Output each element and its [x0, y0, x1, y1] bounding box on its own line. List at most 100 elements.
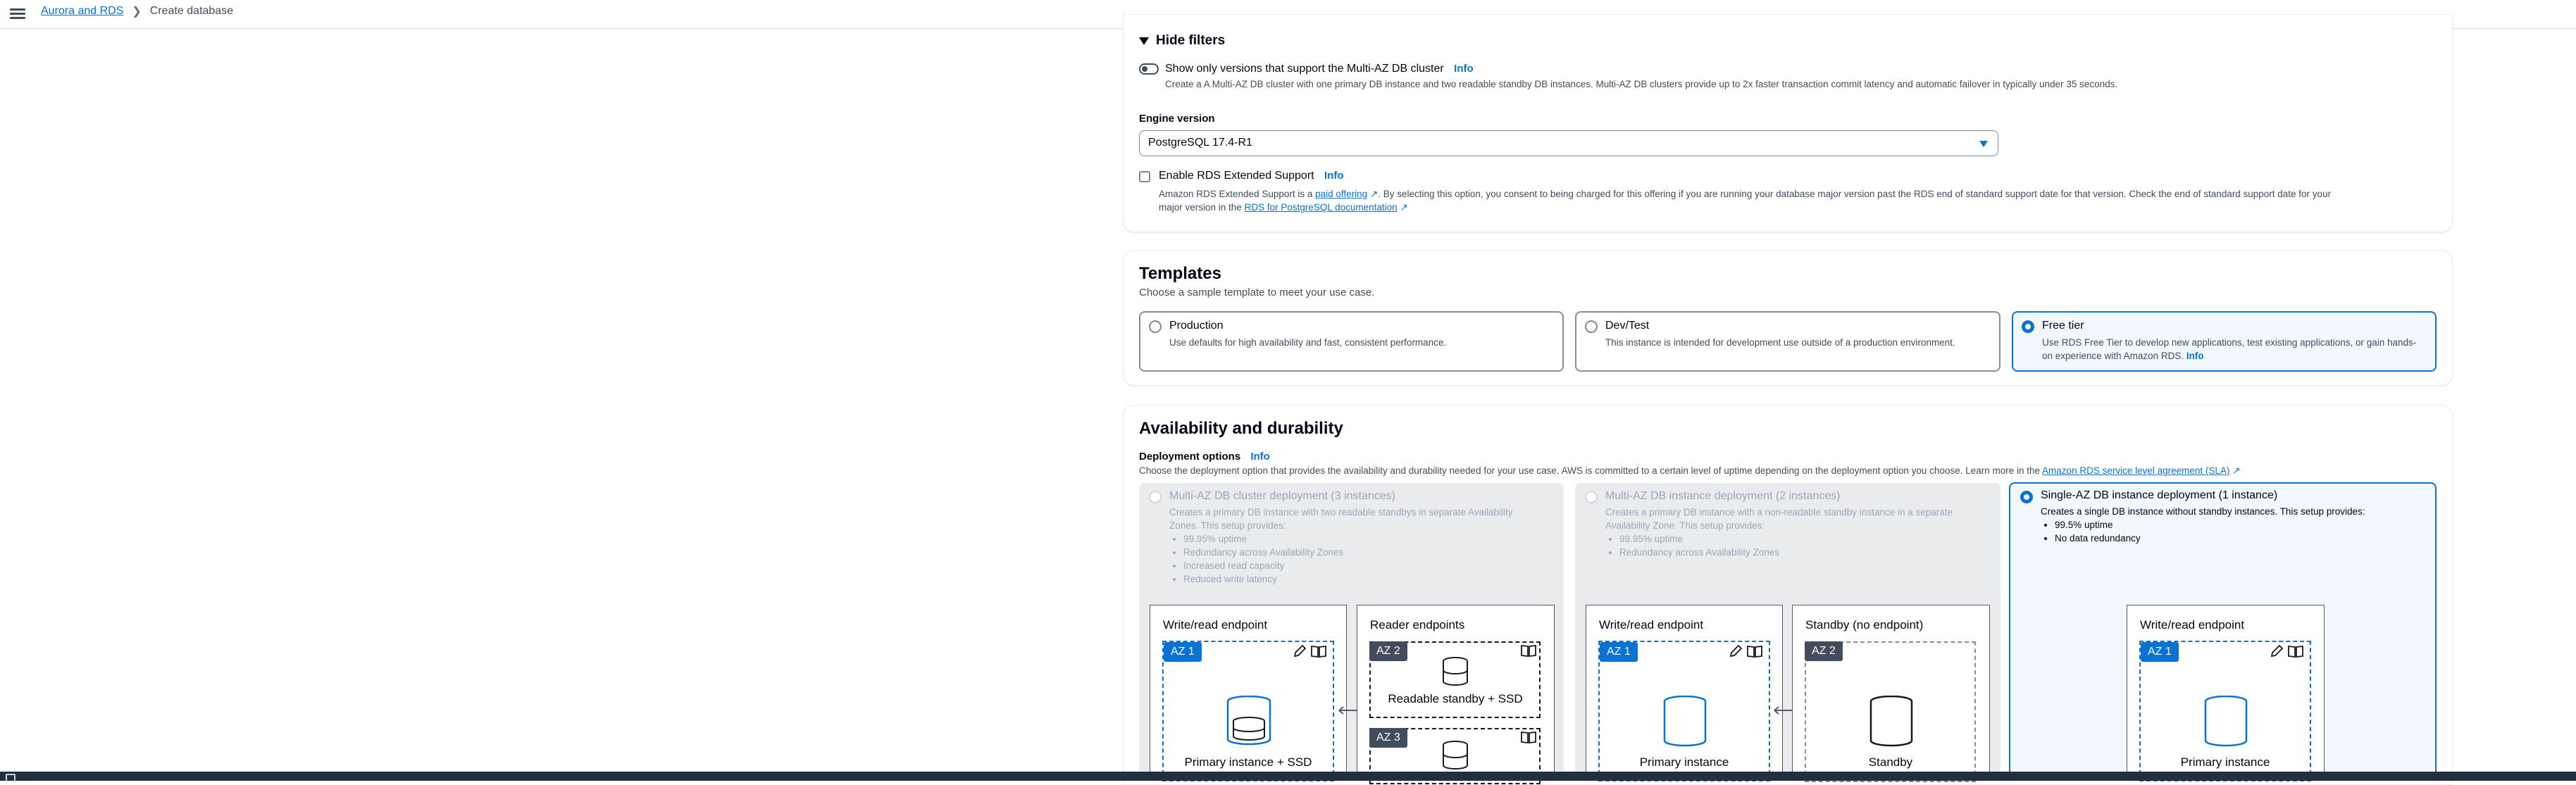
chevron-right-icon: ❯: [132, 6, 142, 18]
external-link-icon: ↗: [2229, 465, 2241, 476]
database-icon: [1443, 741, 1468, 770]
database-icon: [2204, 696, 2248, 747]
readable-standby-label: Readable standby + SSD: [1388, 692, 1523, 705]
multi-az-cluster-desc-2: Zones. This setup provides:: [1169, 520, 1286, 531]
multi-az-toggle-label: Show only versions that support the Mult…: [1165, 63, 1444, 75]
book-icon: [1521, 731, 1536, 744]
multi-az-cluster-desc: Creates a primary DB instance with two r…: [1169, 505, 1557, 586]
extended-desc-text-1: Amazon RDS Extended Support is a: [1159, 189, 1313, 199]
template-devtest-tile[interactable]: Dev/Test This instance is intended for d…: [1575, 311, 2001, 372]
free-tier-info-link[interactable]: Info: [2186, 351, 2204, 361]
deployment-options-label-row: Deployment options Info: [1139, 451, 1270, 463]
multi-az-instance-desc-2: Availability Zone. This setup provides:: [1605, 520, 1765, 531]
database-icon: [1869, 696, 1913, 747]
book-icon: [1747, 645, 1762, 658]
extended-support-info-link[interactable]: Info: [1324, 170, 1344, 182]
bullet: Reduced write latency: [1183, 572, 1557, 586]
rds-sla-link[interactable]: Amazon RDS service level agreement (SLA): [2042, 465, 2229, 476]
engine-version-label: Engine version: [1139, 113, 1215, 125]
bottom-bar: [0, 772, 2576, 781]
multi-az-instance-title: Multi-AZ DB instance deployment (2 insta…: [1605, 490, 1841, 502]
extended-support-label-row: Enable RDS Extended Support Info: [1159, 170, 1344, 182]
edit-pencil-icon: [1293, 644, 1307, 658]
template-production-tile[interactable]: Production Use defaults for high availab…: [1139, 311, 1564, 372]
hide-filters-toggle[interactable]: Hide filters: [1139, 33, 1225, 49]
edit-pencil-icon: [1729, 644, 1743, 658]
standby-label: Standby: [1868, 755, 1913, 769]
breadcrumb-current: Create database: [149, 5, 234, 17]
multi-az-instance-radio: [1585, 491, 1598, 503]
extended-desc-text-2: . By selecting this option, you consent …: [1378, 189, 2332, 199]
multi-az-toggle-label-row: Show only versions that support the Mult…: [1165, 63, 1474, 75]
az1-badge: AZ 1: [2141, 642, 2179, 662]
multi-az-cluster-title: Multi-AZ DB cluster deployment (3 instan…: [1169, 490, 1395, 502]
az2-badge: AZ 2: [1805, 641, 1843, 661]
extended-support-desc: Amazon RDS Extended Support is a paid of…: [1159, 187, 2434, 214]
template-free-tier-radio[interactable]: [2022, 320, 2034, 333]
bullet: 99.95% uptime: [1619, 532, 1993, 546]
template-production-desc: Use defaults for high availability and f…: [1169, 337, 1447, 348]
bullet: Increased read capacity: [1183, 559, 1557, 572]
az1-badge: AZ 1: [1164, 642, 1202, 662]
deployment-desc-text: Choose the deployment option that provid…: [1139, 465, 2041, 476]
bullet: Redundancy across Availability Zones: [1619, 546, 1993, 559]
standby-no-endpoint-title: Standby (no endpoint): [1805, 618, 1924, 632]
bullet: 99.5% uptime: [2055, 518, 2428, 532]
paid-offering-link[interactable]: paid offering: [1315, 189, 1367, 199]
templates-subtitle: Choose a sample template to meet your us…: [1139, 287, 1375, 299]
template-production-radio[interactable]: [1149, 320, 1162, 333]
book-icon: [1311, 645, 1326, 658]
multi-az-cluster-toggle[interactable]: [1139, 63, 1159, 75]
az3-badge: AZ 3: [1369, 728, 1407, 748]
single-az-desc-1: Creates a single DB instance without sta…: [2041, 506, 2365, 517]
multi-az-info-link[interactable]: Info: [1454, 63, 1474, 75]
template-free-tier-desc: Use RDS Free Tier to develop new applica…: [2042, 336, 2422, 363]
template-free-tier-title: Free tier: [2042, 320, 2084, 332]
breadcrumb: Aurora and RDS ❯ Create database: [41, 4, 233, 18]
breadcrumb-aurora-and-rds-link[interactable]: Aurora and RDS: [41, 5, 123, 18]
extended-support-checkbox[interactable]: [1139, 171, 1150, 182]
hide-filters-label: Hide filters: [1156, 33, 1226, 48]
engine-version-value: PostgreSQL 17.4-R1: [1148, 137, 1252, 149]
database-icon: [1443, 657, 1468, 686]
deployment-options-label: Deployment options: [1139, 451, 1241, 463]
deployment-options-info-link[interactable]: Info: [1250, 451, 1270, 463]
primary-instance-label: Primary instance: [2180, 755, 2270, 769]
single-az-desc: Creates a single DB instance without sta…: [2041, 505, 2428, 545]
cloudshell-icon[interactable]: [6, 774, 15, 781]
single-az-title: Single-AZ DB instance deployment (1 inst…: [2041, 489, 2278, 501]
bullet: 99.95% uptime: [1183, 532, 1557, 546]
menu-icon[interactable]: [10, 6, 25, 22]
write-read-endpoint-title: Write/read endpoint: [2140, 618, 2245, 632]
extended-desc-text-3: major version in the: [1159, 202, 1242, 213]
multi-az-cluster-radio: [1149, 491, 1162, 503]
primary-ssd-label: Primary instance + SSD: [1184, 755, 1312, 769]
write-read-endpoint-title: Write/read endpoint: [1599, 618, 1704, 632]
free-tier-desc-text: Use RDS Free Tier to develop new applica…: [2042, 337, 2417, 361]
availability-title: Availability and durability: [1139, 419, 1343, 438]
engine-version-select[interactable]: PostgreSQL 17.4-R1: [1139, 130, 1998, 156]
template-devtest-radio[interactable]: [1585, 320, 1598, 333]
az2-badge: AZ 2: [1369, 641, 1407, 661]
az1-badge: AZ 1: [1600, 642, 1638, 662]
multi-az-instance-desc-1: Creates a primary DB instance with a non…: [1605, 507, 1953, 517]
template-devtest-title: Dev/Test: [1605, 320, 1650, 332]
bullet: Redundancy across Availability Zones: [1183, 546, 1557, 559]
postgresql-documentation-link[interactable]: RDS for PostgreSQL documentation: [1245, 202, 1398, 213]
external-link-icon: ↗: [1397, 202, 1408, 213]
database-ssd-icon: [1226, 696, 1271, 746]
templates-title: Templates: [1139, 264, 1221, 283]
extended-support-label: Enable RDS Extended Support: [1159, 170, 1314, 182]
reader-endpoints-title: Reader endpoints: [1370, 618, 1465, 632]
template-free-tier-tile[interactable]: Free tier Use RDS Free Tier to develop n…: [2012, 311, 2437, 372]
single-az-radio[interactable]: [2020, 491, 2033, 503]
book-icon: [1521, 644, 1536, 658]
book-icon: [2288, 645, 2303, 658]
multi-az-cluster-desc-1: Creates a primary DB instance with two r…: [1169, 507, 1513, 517]
template-production-title: Production: [1169, 320, 1224, 332]
write-read-endpoint-title: Write/read endpoint: [1163, 618, 1268, 632]
external-link-icon: ↗: [1367, 189, 1379, 199]
dropdown-caret-icon: [1979, 141, 1988, 147]
database-icon: [1663, 696, 1707, 747]
caret-down-icon: [1139, 37, 1149, 45]
